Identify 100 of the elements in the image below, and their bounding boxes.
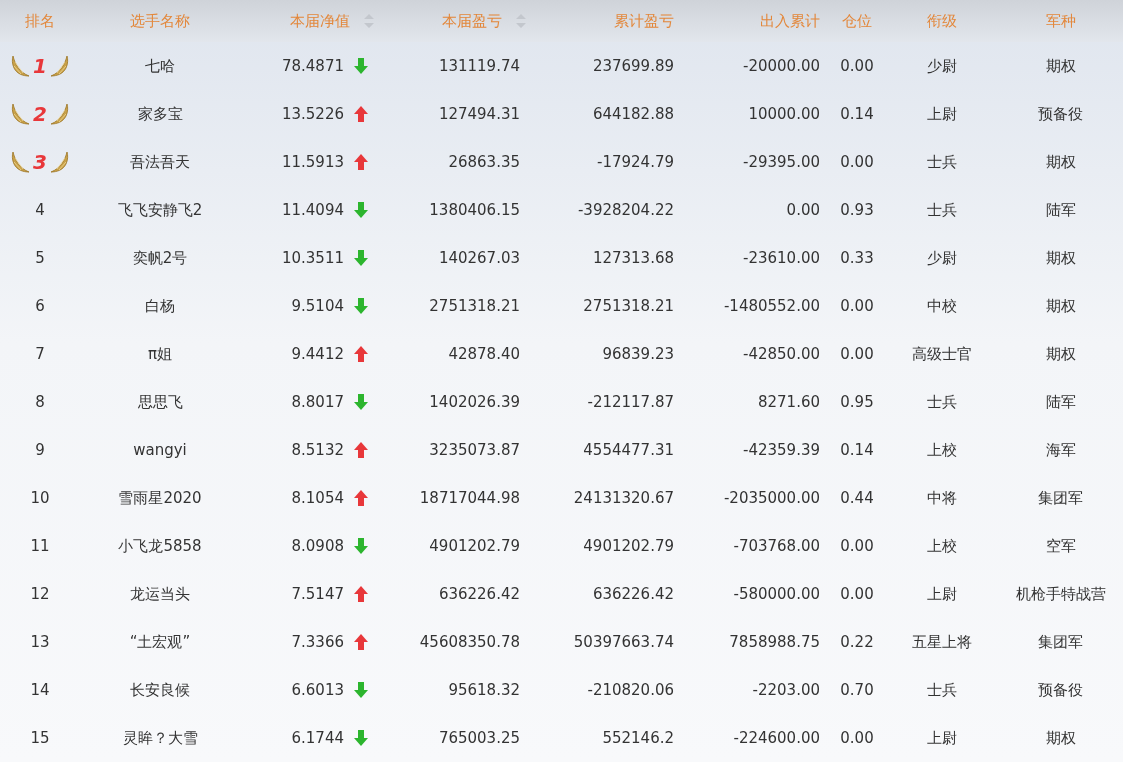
table-cell: -2203.00: [752, 681, 820, 699]
table-cell: 士兵: [927, 392, 957, 412]
table-cell: 0.00: [840, 345, 874, 363]
table-cell: 4901202.79: [583, 537, 674, 555]
table-cell: 2751318.21: [583, 297, 674, 315]
table-cell: 集团军: [1038, 488, 1083, 508]
table-cell: 高级士官: [912, 344, 972, 364]
table-cell: 6.6013: [291, 681, 344, 699]
column-header: 仓位: [842, 11, 872, 31]
table-cell: 12: [30, 585, 50, 603]
table-cell: 0.00: [840, 585, 874, 603]
table-cell: 7.3366: [291, 633, 344, 651]
table-cell: 6.1744: [291, 729, 344, 747]
table-cell: 奕帆2号: [132, 248, 188, 268]
table-cell: 中将: [927, 488, 957, 508]
table-cell: 7: [35, 345, 45, 363]
table-cell: 少尉: [927, 56, 957, 76]
table-cell: 0.00: [840, 729, 874, 747]
table-cell: 思思飞: [137, 392, 183, 412]
table-cell: 0.14: [840, 105, 874, 123]
wing-icon: [11, 54, 32, 78]
table-cell: 陆军: [1045, 200, 1076, 220]
wing-icon: [48, 150, 69, 174]
table-cell: 0.00: [840, 153, 874, 171]
table-cell: -580000.00: [733, 585, 820, 603]
table-cell: 7.5147: [291, 585, 344, 603]
table-cell: 26863.35: [448, 153, 520, 171]
rank-number: 1: [33, 54, 47, 78]
table-cell: -210820.06: [587, 681, 674, 699]
table-cell: 131119.74: [438, 57, 520, 75]
table-cell: 0.22: [840, 633, 874, 651]
table-cell: -42850.00: [743, 345, 820, 363]
table-cell: 陆军: [1045, 392, 1076, 412]
table-cell: 0.00: [840, 537, 874, 555]
table-cell: 上尉: [927, 584, 957, 604]
rank-number: 3: [33, 150, 47, 174]
column-header: 出入累计: [760, 11, 820, 31]
table-cell: 机枪手特战营: [1015, 584, 1106, 604]
table-cell: 8.8017: [291, 393, 344, 411]
table-cell: 95618.32: [448, 681, 520, 699]
table-cell: 9.5104: [291, 297, 344, 315]
table-cell: 11.5913: [281, 153, 344, 171]
table-cell: π姐: [148, 344, 172, 364]
table-cell: 期权: [1045, 56, 1076, 76]
table-cell: 14: [30, 681, 50, 699]
column-header: 选手名称: [130, 11, 190, 31]
table-cell: 10.3511: [281, 249, 344, 267]
column-header: 排名: [25, 11, 55, 31]
table-cell: 50397663.74: [573, 633, 674, 651]
table-cell: 0.00: [840, 297, 874, 315]
table-cell: 0.93: [840, 201, 874, 219]
table-cell: 0.00: [786, 201, 820, 219]
table-cell: 636226.42: [592, 585, 674, 603]
table-cell: 644182.88: [592, 105, 674, 123]
table-cell: 237699.89: [592, 57, 674, 75]
table-cell: 7858988.75: [729, 633, 820, 651]
table-cell: 海军: [1045, 440, 1076, 460]
wing-icon: [11, 150, 32, 174]
table-cell: 18717044.98: [419, 489, 520, 507]
table-cell: 期权: [1045, 152, 1076, 172]
table-cell: 中校: [927, 296, 957, 316]
column-header: 累计盈亏: [614, 11, 674, 31]
table-cell: -1480552.00: [723, 297, 820, 315]
table-cell: 3235073.87: [429, 441, 520, 459]
column-header: 衔级: [927, 11, 957, 31]
table-cell: 13: [30, 633, 50, 651]
table-cell: 127494.31: [438, 105, 520, 123]
table-cell: 8.1054: [291, 489, 344, 507]
table-cell: 上尉: [927, 728, 957, 748]
table-cell: 127313.68: [592, 249, 674, 267]
table-cell: 雪雨星2020: [118, 488, 202, 508]
table-cell: 0.95: [840, 393, 874, 411]
table-cell: -42359.39: [743, 441, 820, 459]
column-header[interactable]: 本届净值: [290, 11, 374, 31]
table-cell: 士兵: [927, 152, 957, 172]
table-cell: -29395.00: [743, 153, 820, 171]
table-cell: -224600.00: [733, 729, 820, 747]
table-cell: 13.5226: [281, 105, 344, 123]
table-cell: 0.44: [840, 489, 874, 507]
table-cell: 期权: [1045, 296, 1076, 316]
table-cell: 集团军: [1038, 632, 1083, 652]
column-header[interactable]: 本届盈亏: [442, 11, 526, 31]
table-cell: 4901202.79: [429, 537, 520, 555]
table-cell: -2035000.00: [723, 489, 820, 507]
table-cell: 11: [30, 537, 50, 555]
table-cell: 42878.40: [448, 345, 520, 363]
table-cell: 家多宝: [137, 104, 183, 124]
table-cell: 少尉: [927, 248, 957, 268]
table-cell: 0.70: [840, 681, 874, 699]
table-cell: 8.5132: [291, 441, 344, 459]
table-cell: 8271.60: [757, 393, 820, 411]
table-cell: 期权: [1045, 248, 1076, 268]
table-cell: wangyi: [133, 441, 187, 459]
table-cell: -20000.00: [743, 57, 820, 75]
table-cell: 预备役: [1038, 680, 1083, 700]
table-cell: 78.4871: [281, 57, 344, 75]
table-cell: 10: [30, 489, 50, 507]
table-cell: 上尉: [927, 104, 957, 124]
table-cell: 552146.2: [602, 729, 674, 747]
table-cell: -703768.00: [733, 537, 820, 555]
